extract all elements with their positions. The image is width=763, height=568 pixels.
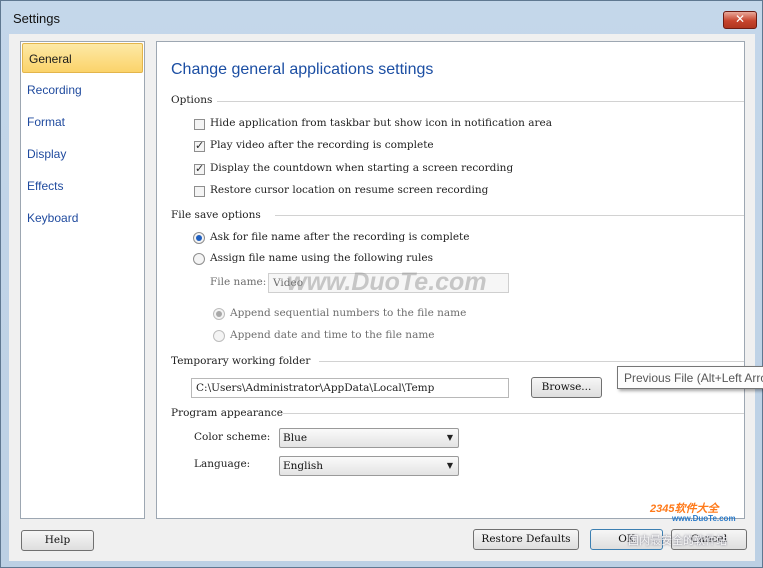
settings-nav: General Recording Format Display Effects…	[20, 41, 145, 519]
append-date-label: Append date and time to the file name	[230, 329, 435, 341]
settings-content: Change general applications settings Opt…	[156, 41, 745, 519]
radio-selected-dot	[216, 311, 222, 317]
nav-item-general[interactable]: General	[22, 43, 143, 73]
language-value: English	[283, 460, 324, 472]
language-label: Language:	[194, 458, 251, 470]
window-title: Settings	[13, 11, 60, 26]
browse-button[interactable]: Browse...	[531, 377, 602, 398]
append-date-radio[interactable]	[213, 330, 225, 342]
file-name-field[interactable]: Video	[268, 273, 509, 293]
assign-filename-label: Assign file name using the following rul…	[210, 252, 434, 264]
nav-item-display[interactable]: Display	[21, 139, 144, 169]
countdown-label: Display the countdown when starting a sc…	[210, 162, 514, 174]
page-title: Change general applications settings	[171, 61, 434, 78]
file-name-label: File name:	[210, 276, 267, 288]
language-select[interactable]: English ▼	[279, 456, 459, 476]
nav-item-format[interactable]: Format	[21, 107, 144, 137]
ask-filename-label: Ask for file name after the recording is…	[210, 231, 470, 243]
countdown-checkbox[interactable]: ✓	[194, 162, 205, 175]
restore-cursor-label: Restore cursor location on resume screen…	[210, 184, 489, 196]
restore-cursor-checkbox[interactable]	[194, 186, 205, 197]
previous-file-tooltip: Previous File (Alt+Left Arrow)	[617, 366, 763, 389]
chevron-down-icon: ▼	[446, 461, 453, 470]
append-sequential-label: Append sequential numbers to the file na…	[230, 307, 467, 319]
restore-defaults-button[interactable]: Restore Defaults	[473, 529, 579, 550]
checkmark-icon: ✓	[195, 139, 205, 152]
file-save-group-title: File save options	[171, 209, 261, 221]
cancel-button[interactable]: Cancel	[671, 529, 747, 550]
color-scheme-label: Color scheme:	[194, 431, 271, 443]
assign-filename-radio[interactable]	[193, 253, 205, 265]
ask-filename-radio[interactable]	[193, 232, 205, 244]
radio-selected-dot	[196, 235, 202, 241]
temp-folder-path-field[interactable]: C:\Users\Administrator\AppData\Local\Tem…	[191, 378, 509, 398]
color-scheme-value: Blue	[283, 432, 308, 444]
ok-button[interactable]: OK	[590, 529, 663, 550]
play-video-label: Play video after the recording is comple…	[210, 139, 434, 151]
close-button[interactable]: ✕	[723, 11, 757, 29]
settings-window: Settings ✕ General Recording Format Disp…	[0, 0, 763, 568]
chevron-down-icon: ▼	[446, 433, 453, 442]
options-divider	[217, 101, 744, 102]
nav-item-keyboard[interactable]: Keyboard	[21, 203, 144, 233]
nav-item-effects[interactable]: Effects	[21, 171, 144, 201]
hide-taskbar-label: Hide application from taskbar but show i…	[210, 117, 552, 129]
file-save-divider	[275, 215, 744, 216]
appearance-divider	[283, 413, 744, 414]
color-scheme-select[interactable]: Blue ▼	[279, 428, 459, 448]
title-bar[interactable]: Settings ✕	[1, 1, 762, 35]
play-video-checkbox[interactable]: ✓	[194, 139, 205, 152]
append-sequential-radio[interactable]	[213, 308, 225, 320]
nav-item-recording[interactable]: Recording	[21, 75, 144, 105]
hide-taskbar-checkbox[interactable]	[194, 119, 205, 130]
temp-folder-divider	[319, 361, 744, 362]
help-button[interactable]: Help	[21, 530, 94, 551]
dialog-client-area: General Recording Format Display Effects…	[9, 34, 755, 561]
checkmark-icon: ✓	[195, 162, 205, 175]
appearance-group-title: Program appearance	[171, 407, 284, 419]
options-group-title: Options	[171, 94, 213, 106]
temp-folder-group-title: Temporary working folder	[171, 355, 311, 367]
